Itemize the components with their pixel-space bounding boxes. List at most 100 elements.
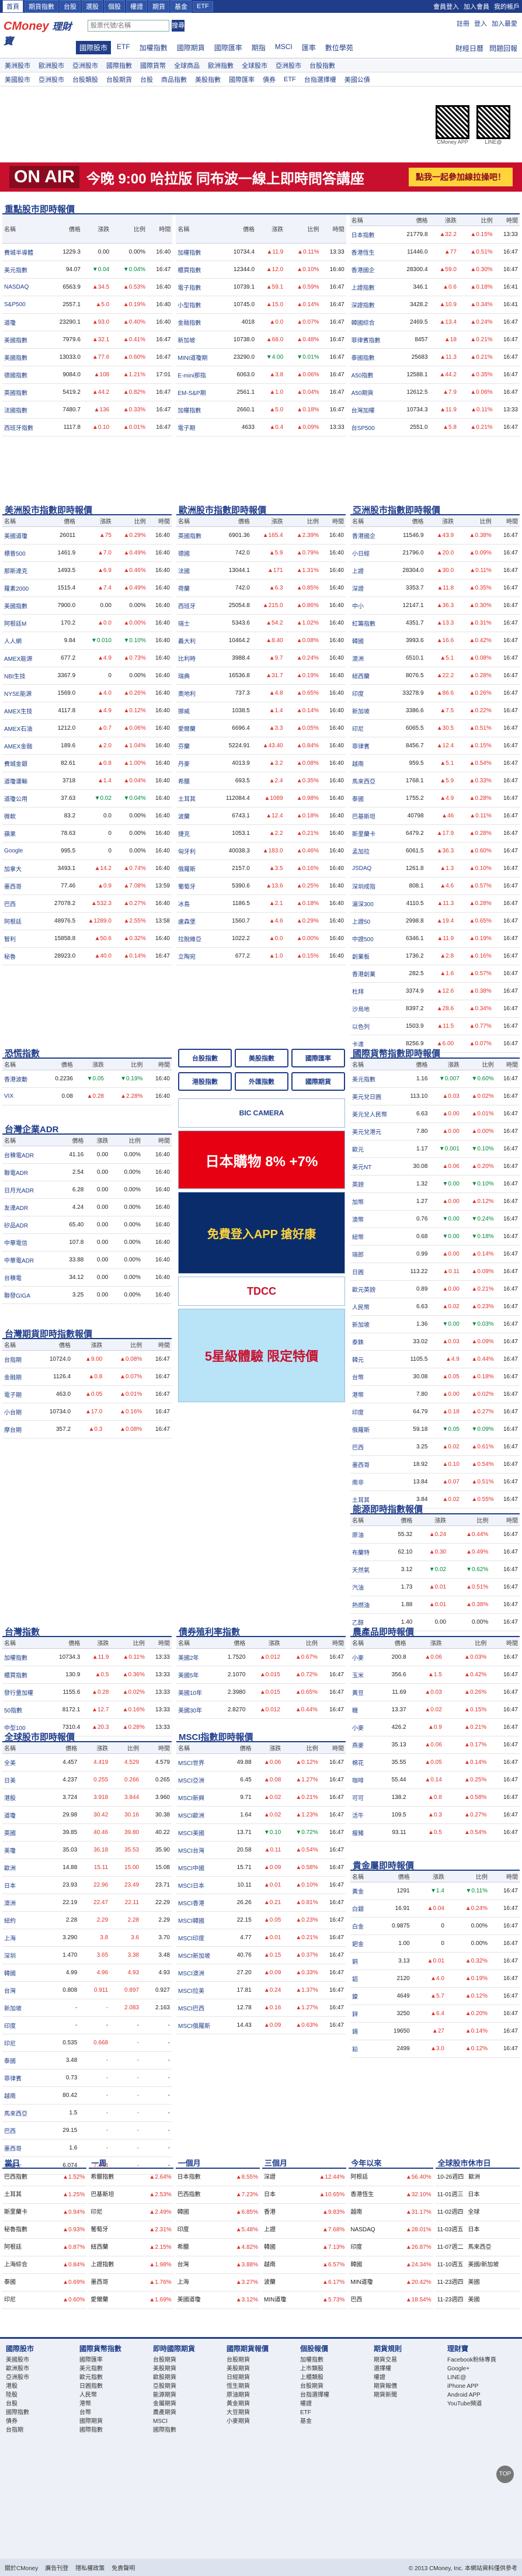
footer-link[interactable]: 亞洲股市 xyxy=(6,2373,34,2382)
quote-name[interactable]: MSCI世界 xyxy=(176,1753,228,1771)
quote-name[interactable]: 矽品ADR xyxy=(2,1216,57,1234)
quote-name[interactable]: MSCI澳洲 xyxy=(176,1964,228,1982)
quote-name[interactable]: 熱燃油 xyxy=(350,1596,385,1614)
register-link[interactable]: 加入會員 xyxy=(464,2,489,11)
quote-name[interactable]: MSCI歐洲 xyxy=(176,1806,228,1824)
rank-name[interactable]: 日本指數 xyxy=(178,2169,201,2186)
table-row[interactable]: 印度 - - - - xyxy=(2,2016,172,2034)
table-row[interactable]: 奧地利 737.3 ▲4.8 ▲0.65% 16:40 xyxy=(176,684,346,702)
quote-name[interactable]: 鉛 xyxy=(350,2040,376,2058)
quote-name[interactable]: 美元兌港元 xyxy=(350,1122,402,1140)
rank-name[interactable]: 韓國 xyxy=(350,2256,362,2273)
quote-name[interactable]: 美國2年 xyxy=(176,1648,217,1666)
rank-row[interactable]: 美國道瓊 ▲3.12% xyxy=(175,2291,260,2309)
footer-link[interactable]: 基金 xyxy=(300,2417,329,2426)
table-row[interactable]: 拉脫維亞 1022.2 ▲0.0 ▲0.00% 16:40 xyxy=(176,930,346,948)
feedback-link[interactable]: 問題回報 xyxy=(489,43,517,53)
table-row[interactable]: 香港波動 0.2236 ▼0.05 ▼0.19% 16:40 xyxy=(2,1070,172,1088)
rank-row[interactable]: 愛爾蘭 ▲1.69% xyxy=(89,2291,173,2309)
table-row[interactable]: A50指數 12588.1 ▲44.2 ▲0.35% 16:47 xyxy=(349,366,520,384)
table-row[interactable]: 白銀 16.91 ▲0.04 ▲0.24% 16:47 xyxy=(350,1899,520,1918)
rank-name[interactable]: 日本 xyxy=(264,2186,276,2203)
quote-name[interactable]: 鋁 xyxy=(350,1970,376,1988)
table-row[interactable]: 玉米 356.6 ▲1.5 ▲0.42% 16:47 xyxy=(350,1666,520,1684)
rank-name[interactable]: 印尼 xyxy=(4,2291,16,2308)
quote-name[interactable]: 加權指數 xyxy=(176,401,222,419)
quote-name[interactable]: 美元指數 xyxy=(350,1070,402,1088)
table-row[interactable]: AMEX能源 677.2 ▲4.9 ▲0.73% 16:40 xyxy=(2,649,172,667)
topnav-item[interactable]: 台股 xyxy=(60,0,81,13)
footer-link[interactable]: 台股期貨 xyxy=(153,2356,195,2364)
quote-name[interactable]: 布蘭特 xyxy=(350,1543,385,1561)
table-row[interactable]: 墨西哥 77.46 ▲0.9 ▲7.08% 13:59 xyxy=(2,877,172,895)
quote-name[interactable]: 德國指數 xyxy=(2,366,48,384)
table-row[interactable]: 巴西 29.15- - - xyxy=(2,2121,172,2140)
quote-name[interactable]: 阿根廷M xyxy=(2,614,45,632)
subnav-item[interactable]: 亞洲股市 xyxy=(276,61,301,70)
table-row[interactable]: 香港恆生 11446.0 ▲77 ▲0.51% 16:47 xyxy=(349,243,520,261)
quote-name[interactable]: 西班牙指數 xyxy=(2,418,48,436)
quote-name[interactable]: 孟加拉 xyxy=(350,842,390,860)
quote-name[interactable]: 波蘭 xyxy=(176,807,214,825)
table-row[interactable]: MSCI日本 10.11 ▲0.01 ▲0.10% 16:47 xyxy=(176,1876,346,1894)
quote-name[interactable]: 汽油 xyxy=(350,1578,385,1596)
footer-link[interactable]: 關於CMoney xyxy=(5,2563,38,2572)
table-row[interactable]: 法國指數 7480.7 ▲136 ▲0.33% 16:47 xyxy=(2,401,173,419)
rank-name[interactable]: 巴西 xyxy=(350,2291,362,2308)
table-row[interactable]: 黃金 1291 ▼1.4 ▼0.11% 16:47 xyxy=(350,1882,520,1900)
table-row[interactable]: 芬蘭 5224.91 ▲43.40 ▲0.84% 16:40 xyxy=(176,737,346,755)
footer-link[interactable]: 台幣 xyxy=(79,2408,121,2417)
table-row[interactable]: 印度 64.79 ▲0.18 ▲0.27% 16:47 xyxy=(350,1403,520,1421)
quote-name[interactable]: 歐元英鎊 xyxy=(350,1280,402,1298)
table-row[interactable]: 友達ADR 4.24 0.00 0.00% 16:40 xyxy=(2,1198,172,1216)
rank-row[interactable]: 韓國 ▲7.13% xyxy=(262,2239,347,2256)
quote-name[interactable]: 歐元 xyxy=(350,1140,402,1158)
footer-link[interactable]: 隱私權政策 xyxy=(75,2563,105,2572)
promo-banner[interactable]: ON AIR 今晚 9:00 哈拉版 同布波一線上即時問答講座 點我一起參加線拉… xyxy=(0,162,522,192)
tab-item[interactable]: 加權指數 xyxy=(136,41,171,54)
table-row[interactable]: NBI生技 3367.9 0 0.00% 16:40 xyxy=(2,667,172,685)
quote-name[interactable]: 聯發GIGA xyxy=(2,1286,57,1304)
quote-name[interactable]: 奧地利 xyxy=(176,684,214,702)
quote-name[interactable]: 巴西 xyxy=(2,2121,48,2140)
quote-name[interactable]: 美元兌人民幣 xyxy=(350,1105,402,1123)
rank-name[interactable]: 台灣 xyxy=(178,2256,189,2273)
table-row[interactable]: MSCI拉美 17.81 ▲0.24 ▲1.37% 16:47 xyxy=(176,1981,346,1999)
search-button[interactable]: 搜尋 xyxy=(172,20,185,32)
table-row[interactable]: 原油 55.32 ▲0.24 ▲0.44% 16:47 xyxy=(350,1526,520,1544)
subnav2-item[interactable]: 商品指數 xyxy=(161,75,187,84)
rank-row[interactable]: 阿根廷 ▲0.87% xyxy=(2,2239,87,2256)
table-row[interactable]: 立陶宛 677.2 ▲1.0 ▲0.15% 16:40 xyxy=(176,947,346,965)
table-row[interactable]: 鋁 2120 ▲4.0 ▲0.19% 16:47 xyxy=(350,1970,520,1988)
table-row[interactable]: 台積電ADR 41.16 0.00 0.00% 16:40 xyxy=(2,1146,172,1164)
quote-name[interactable]: 泰銖 xyxy=(350,1333,402,1351)
quote-name[interactable]: 人人網 xyxy=(2,632,45,650)
quote-name[interactable]: 葡萄牙 xyxy=(176,877,214,895)
table-row[interactable]: 中證500 6346.1 ▲11.9 ▲0.19% 16:47 xyxy=(350,930,520,948)
quick-btn[interactable]: 港股指數 xyxy=(178,1072,232,1091)
quote-name[interactable]: 德國 xyxy=(176,544,214,562)
table-row[interactable]: 紐約 2.28 2.29 2.28 2.29 xyxy=(2,1911,172,1929)
quote-name[interactable]: MINI道瓊期 xyxy=(176,348,222,366)
table-row[interactable]: 鈀金 1.00 0 0.00% 16:47 xyxy=(350,1934,520,1953)
table-row[interactable]: 蘋果 78.63 0 0.00% 16:40 xyxy=(2,824,172,843)
table-row[interactable]: 美瓊 35.03 36.18 35.53 35.90 xyxy=(2,1841,172,1859)
table-row[interactable]: 英鎊 1.32 ▼0.00 ▼0.10% 16:47 xyxy=(350,1175,520,1193)
rank-name[interactable]: 印尼 xyxy=(91,2204,102,2221)
table-row[interactable]: 瑞士 5343.6 ▲54.2 ▲1.02% 16:40 xyxy=(176,614,346,632)
quote-name[interactable]: S&P500 xyxy=(2,296,48,314)
table-row[interactable]: 菲律賓指數 8457 ▲18 ▲0.21% 16:47 xyxy=(349,331,520,349)
table-row[interactable]: 英國指數 6901.36 ▲165.4 ▲2.39% 16:40 xyxy=(176,526,346,545)
table-row[interactable]: 台積電 34.12 0.00 0.00% 16:40 xyxy=(2,1268,172,1287)
rank-row[interactable]: 印尼 ▲0.60% xyxy=(2,2291,87,2309)
quote-name[interactable]: 深圳 xyxy=(2,1946,48,1964)
quote-name[interactable]: 台灣 xyxy=(2,1981,48,1999)
table-row[interactable]: 金融指數 4018 ▲0.0 ▲0.07% 16:47 xyxy=(176,313,346,331)
subnav2-item[interactable]: 台股類股 xyxy=(72,75,98,84)
table-row[interactable]: 上證指數 346.1 ▲0.6 ▲0.18% 16:41 xyxy=(349,278,520,296)
quote-name[interactable]: 發行量加權 xyxy=(2,1683,48,1701)
quote-name[interactable]: 加幣 xyxy=(350,1192,402,1211)
footer-link[interactable]: 美股期貨 xyxy=(227,2364,269,2373)
topnav-item[interactable]: 選股 xyxy=(82,0,103,13)
footer-link[interactable]: LINE@ xyxy=(447,2373,496,2382)
